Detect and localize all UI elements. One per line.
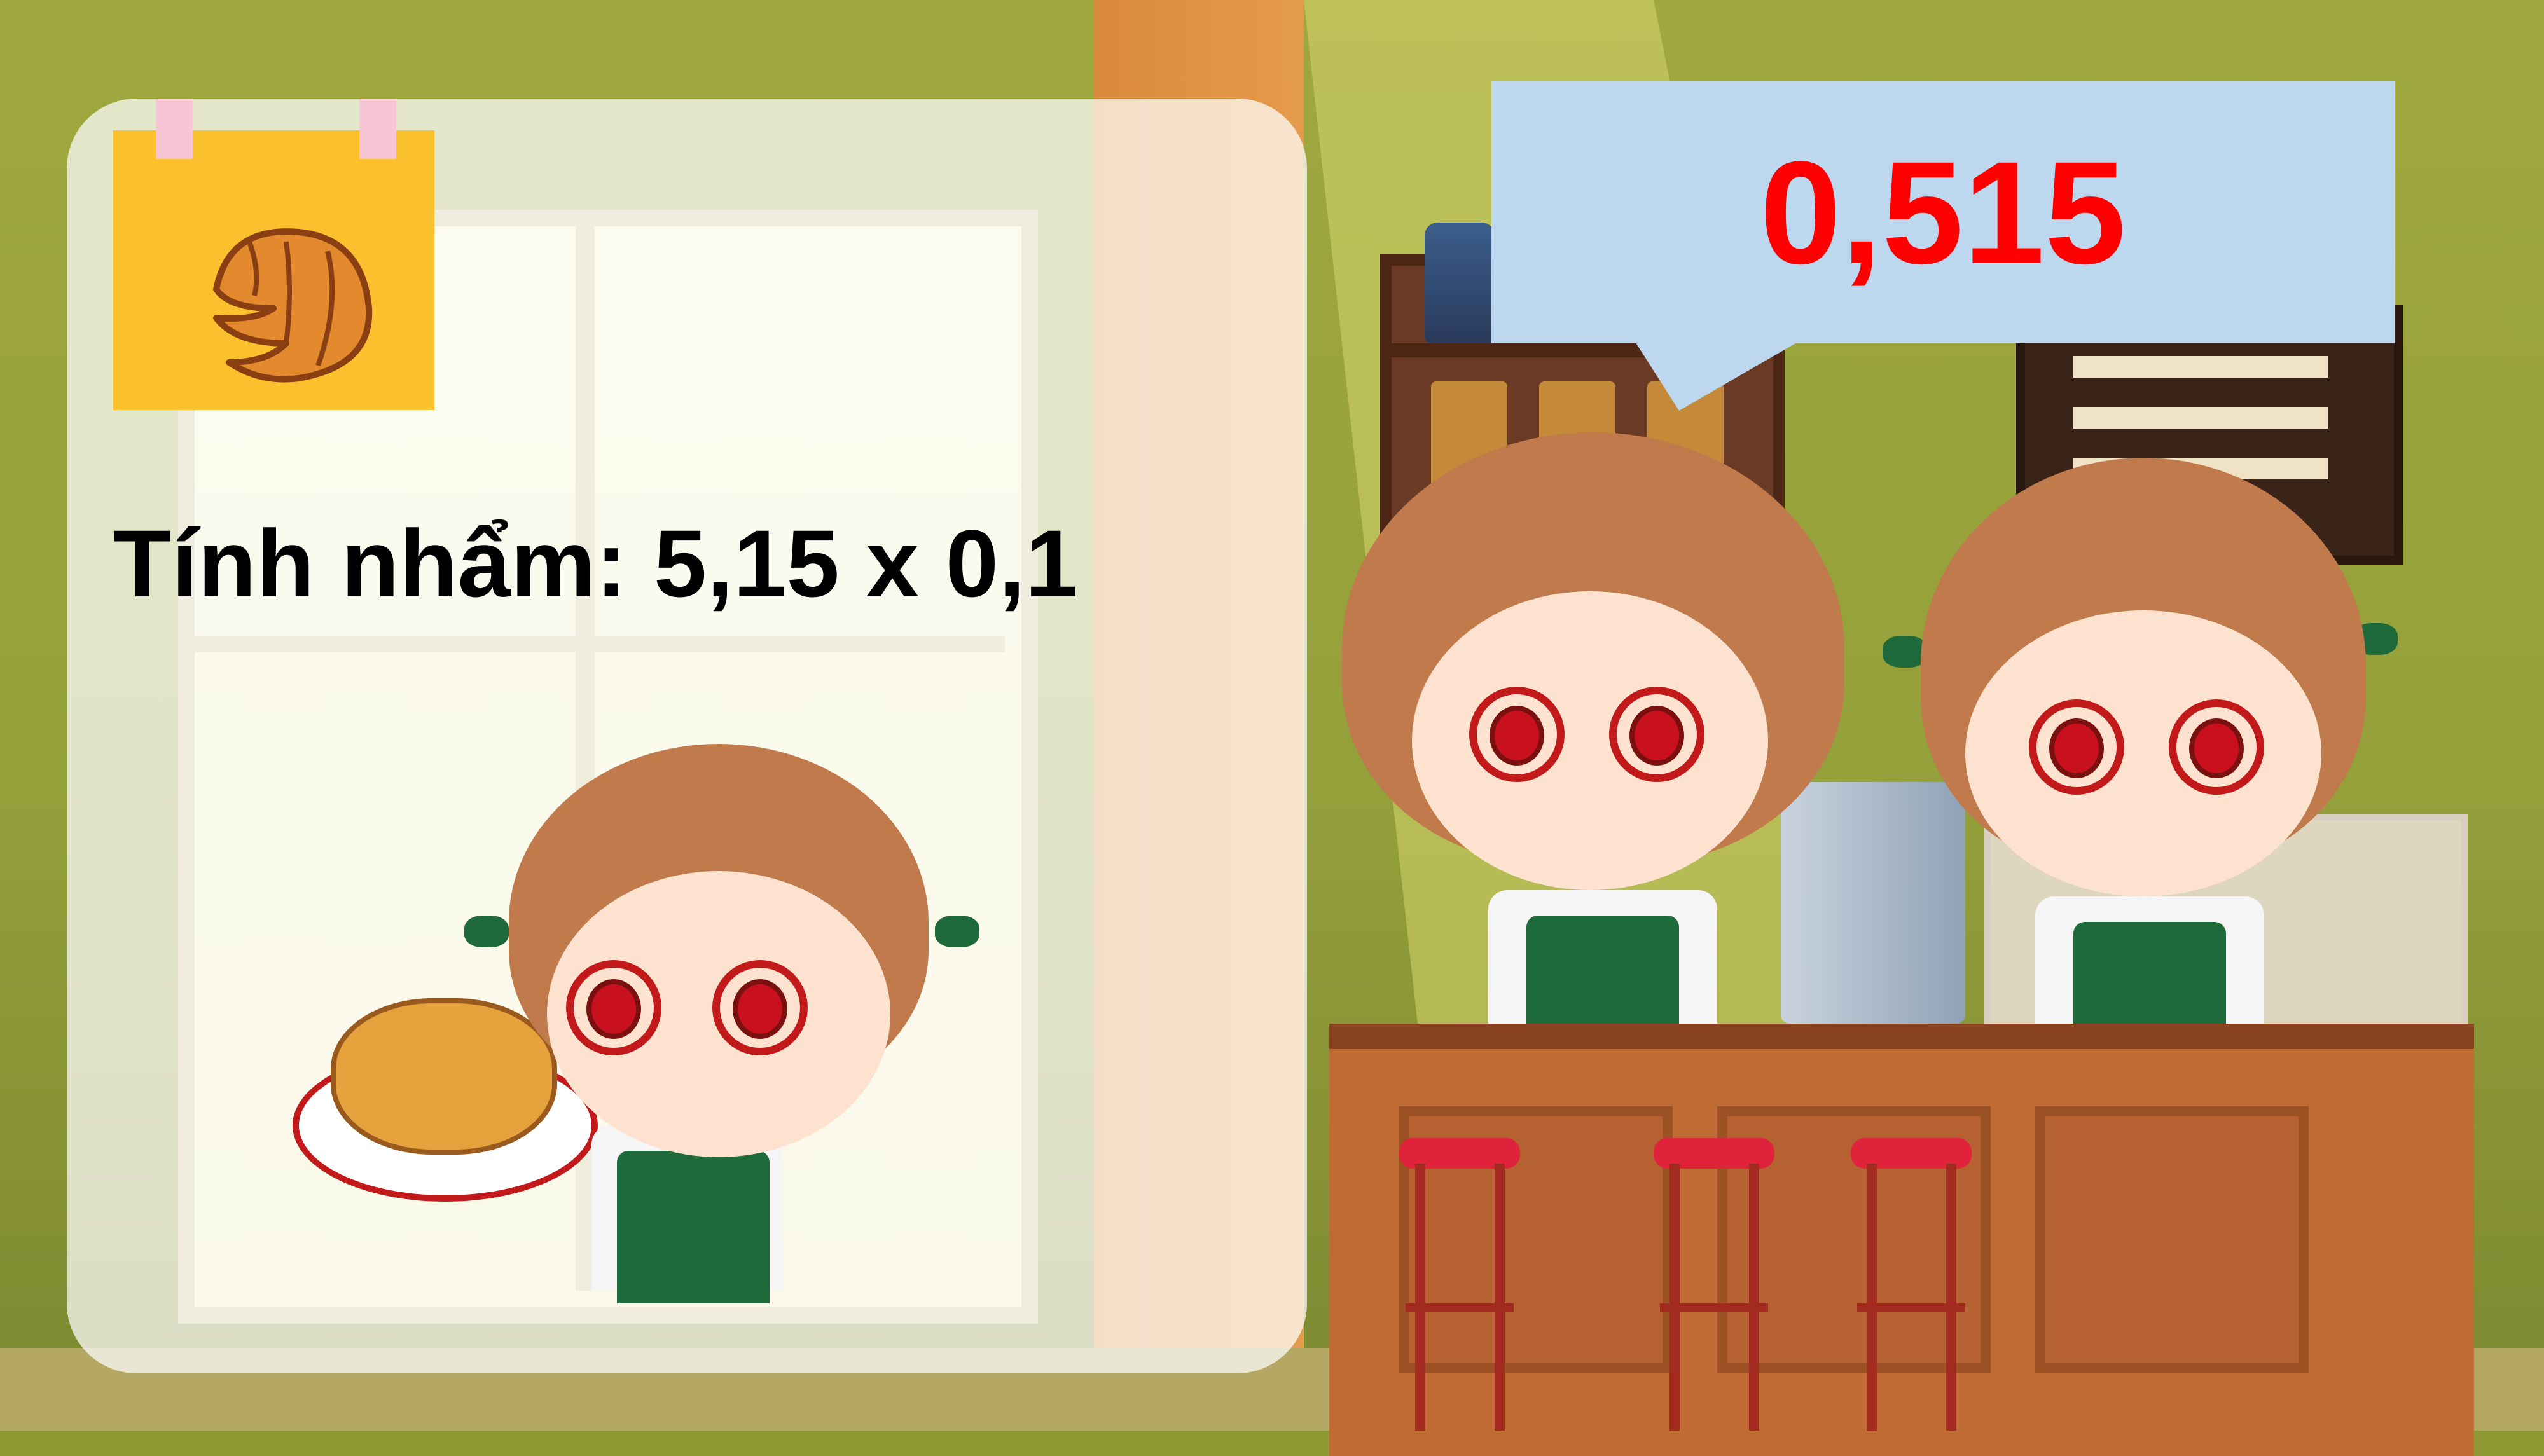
answer-text: 0,515 [1760,130,2126,294]
bar-stool [1399,1138,1520,1431]
bar-stool [1851,1138,1972,1431]
barista-character [1844,458,2417,1024]
croissant-icon [213,228,373,383]
counter-panel [2035,1106,2309,1373]
girl-with-croissant [293,744,1043,1367]
menu-line [2073,407,2328,429]
question-text: Tính nhẩm: 5,15 x 0,1 [113,510,1079,617]
bar-stool [1654,1138,1774,1431]
coffee-jar [1425,223,1495,343]
barista-character [1342,432,1851,1024]
menu-line [2073,356,2328,378]
sticky-tape [156,99,193,159]
sticky-tape [359,99,396,159]
speech-bubble-tail [1635,341,1800,411]
